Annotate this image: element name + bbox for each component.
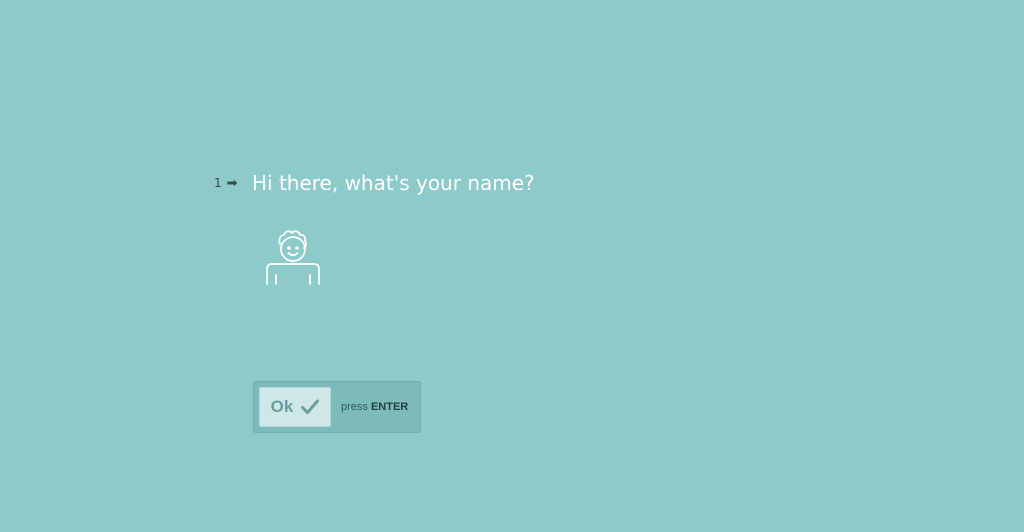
checkmark-icon [301, 399, 320, 414]
ok-button-label: Ok [270, 397, 294, 416]
ok-button[interactable]: Ok [259, 387, 331, 427]
hint-prefix: press [341, 401, 368, 413]
question-number-value: 1 [214, 176, 222, 190]
person-avatar-icon [264, 229, 322, 285]
submit-area: Ok press ENTER [253, 381, 421, 433]
question-number: 1 ➡ [214, 168, 252, 198]
question-text: Hi there, what's your name? [252, 171, 535, 195]
press-enter-hint: press ENTER [341, 401, 408, 413]
question-header: 1 ➡ Hi there, what's your name? [214, 168, 535, 198]
hint-key: ENTER [370, 401, 409, 413]
arrow-right-icon: ➡ [226, 175, 238, 191]
